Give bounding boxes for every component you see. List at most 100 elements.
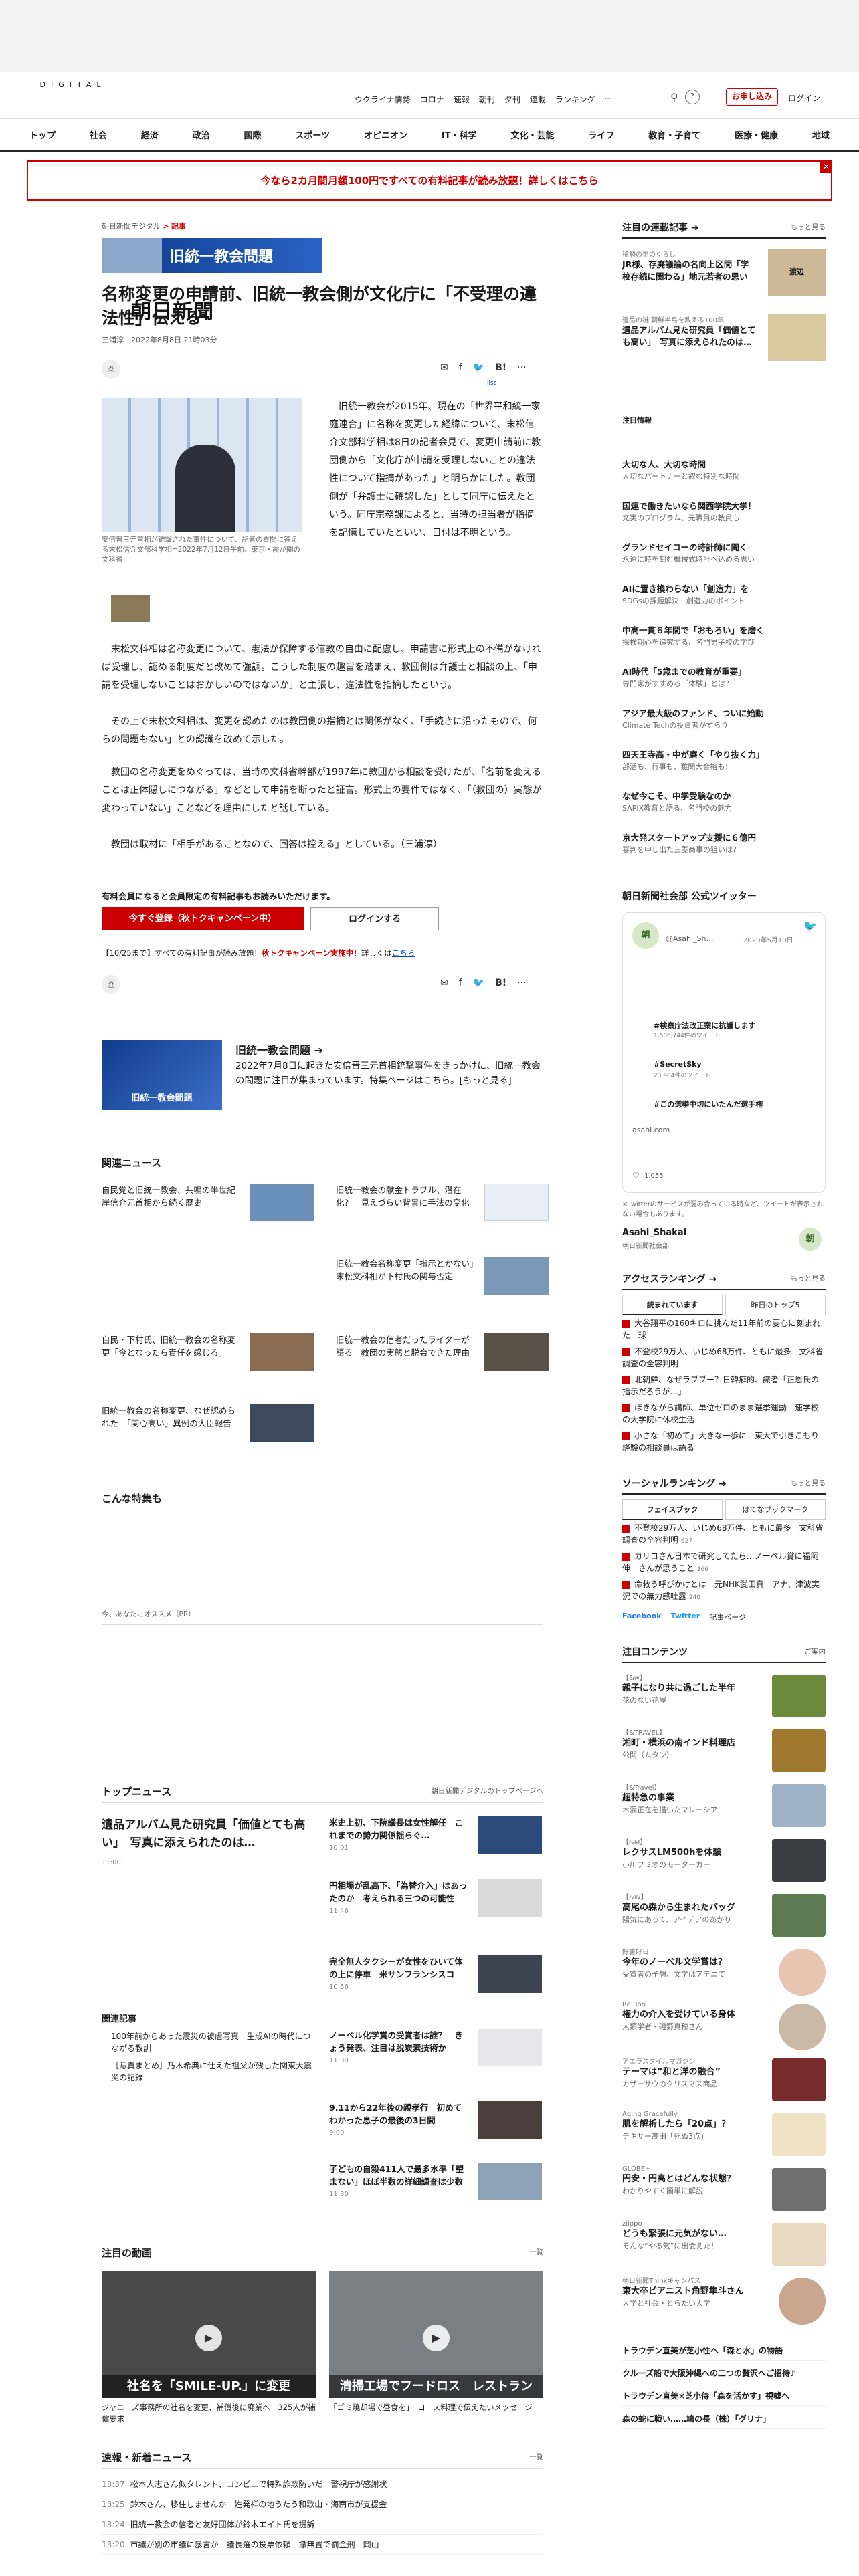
social-tab[interactable]: はてなブックマーク <box>725 1499 826 1520</box>
facebook-icon[interactable]: f <box>459 362 462 373</box>
topnav-item[interactable]: 朝刊 <box>479 94 495 105</box>
search-icon[interactable]: ⚲ <box>670 91 678 104</box>
top-news-item[interactable]: 完全無人タクシーが女性をひいて体の上に停車 米サンフランシスコ 10:56 <box>329 1955 543 1993</box>
related-news-item[interactable]: 旧統一教会の献金トラブル、潜在化？ 見えづらい背景に手法の変化 <box>336 1184 549 1244</box>
top-news-item[interactable]: 米史上初、下院議長は女性解任 これまでの勢力関係揺らぐ… 10:01 <box>329 1816 543 1854</box>
promo-banner[interactable]: 今なら2カ月間月額100円ですべての有料記事が読み放題！詳しくはこちら ✕ <box>27 160 832 201</box>
related-article-link[interactable]: ［写真まとめ］乃木希典に仕えた祖父が残した関東大震災の記録 <box>111 2060 312 2084</box>
content-item[interactable]: アエラスタイルマガジン テーマは“和と洋の融合” カザーサウのクリスマス商品 <box>622 2056 826 2108</box>
twitter-icon[interactable]: 🐦 <box>473 978 484 988</box>
flash-item[interactable]: 13:37 松本人志さん似タレント、コンビニで特殊詐欺防いだ 警視庁が感謝状 <box>102 2474 543 2494</box>
special-feature[interactable]: 旧統一教会問題 旧統一教会問題 ➔ 2022年7月8日に起きた安倍晋三元首相銃撃… <box>102 1040 543 1113</box>
more-link[interactable]: もっと見る <box>791 1273 826 1283</box>
pr-item[interactable]: 大切な人、大切な時間 大切なパートナーと叙む特別な時間 <box>622 459 826 481</box>
login-button[interactable]: ログインする <box>310 907 439 930</box>
plain-link[interactable]: クルーズ船で大阪沖縄への二つの贅沢へご招待♪ <box>622 2363 826 2383</box>
content-item[interactable]: Aging Gracefully 肌を解析したら「20点」？ テキサー高田「死ぬ3点… <box>622 2111 826 2163</box>
register-button[interactable]: 今すぐ登録（秋トクキャンペーン中） <box>102 907 304 930</box>
more-link[interactable]: もっと見る <box>791 1478 826 1488</box>
category-item[interactable]: 国際 <box>244 128 262 141</box>
more-icon[interactable]: ··· <box>517 978 526 988</box>
pr-item[interactable]: 国連で働きたいなら関西学院大学！ 充実のプログラム、元職員の教員も <box>622 500 826 523</box>
topnav-item[interactable]: 連載 <box>530 94 546 105</box>
topnav-item[interactable]: ランキング <box>555 94 595 105</box>
breadcrumb-cat[interactable]: 記事 <box>171 222 186 231</box>
content-item[interactable]: 【&M】 レクサスLM500hを体験 小川フミオのモーターカー <box>622 1836 826 1889</box>
play-icon[interactable]: ▶ <box>195 2325 222 2351</box>
twitter-icon[interactable]: 🐦 <box>473 362 484 373</box>
ranking-item[interactable]: 大谷翔平の160キロに挑んだ11年前の要心に刻まれた一球 <box>622 1317 826 1341</box>
ranking-item[interactable]: 不登校29万人、いじめ68万件、ともに最多 文科省調査の全容判明 <box>622 1346 826 1370</box>
pr-item[interactable]: 四天王寺高・中が磨く「やり抜く力」 部活も、行事も、難関大合格も！ <box>622 749 826 772</box>
play-icon[interactable]: ▶ <box>423 2325 450 2351</box>
twitter-account[interactable]: Asahi_Shakai <box>622 1228 686 1238</box>
site-logo[interactable]: 朝日新聞 DIGITAL <box>29 80 213 324</box>
flash-item[interactable]: 13:20 市議が別の市議に暴言か 議長選の投票依頼 撤無置で罰金刑 岡山 <box>102 2535 543 2555</box>
category-item[interactable]: 政治 <box>193 128 210 141</box>
video-item[interactable]: 社名を「SMILE-UP.」に変更 ▶ ジャニーズ事務所の社名を変更、補償後に廃… <box>102 2271 316 2424</box>
topnav-item[interactable]: 夕刊 <box>504 94 520 105</box>
twitter-logo-icon[interactable]: 🐦 <box>803 920 817 932</box>
ranking-item[interactable]: ほきながら講師、単位ゼロのまま選挙運動 速学校の大学院に休校生活 <box>622 1402 826 1426</box>
related-news-item[interactable]: 旧統一教会名称変更「指示とかない」 末松文科相が下村氏の関与否定 <box>336 1257 549 1317</box>
content-item[interactable]: ziippo どうも緊張に元気がない… そんな“やる気”に出会えた！ <box>622 2220 826 2272</box>
series-item[interactable]: 遺品の謎 朝鮮半島を教える100年 遺品アルバム見た研究員「価値とても高い」 写… <box>622 314 826 368</box>
top-news-item[interactable]: 9.11から22年後の親孝行 初めてわかった息子の最後の3日間 9:00 <box>329 2101 543 2139</box>
subscribe-button[interactable]: お申し込み <box>726 88 778 106</box>
plain-link[interactable]: 森の蛇に戦い……鳩の長（株）「グリナ」 <box>622 2409 826 2429</box>
special-title[interactable]: 旧統一教会問題 ➔ <box>235 1041 323 1057</box>
category-item[interactable]: IT・科学 <box>442 128 477 141</box>
content-item[interactable]: 【&w】 親子になり共に過ごした半年 花のない花屋 <box>622 1672 826 1724</box>
related-news-item[interactable]: 自民・下村氏、旧統一教会の名称変更「今となったら責任を感じる」 <box>102 1333 314 1394</box>
mail-icon[interactable]: ✉ <box>440 978 448 988</box>
like-icon[interactable]: ♡ <box>632 1171 640 1180</box>
top-news-item[interactable]: 円相場が乱高下、「為替介入」はあったのか 考えられる三つの可能性 11:46 <box>329 1879 543 1917</box>
related-news-item[interactable]: 旧統一教会の名称変更、なぜ認められた 「関心高い」異例の大臣報告 <box>102 1404 314 1465</box>
ranking-heading-text[interactable]: アクセスランキング ➔ <box>622 1274 717 1285</box>
login-link[interactable]: ログイン <box>788 92 820 104</box>
content-item[interactable]: 朝日新聞Thinkキャンパス 東大卒ビアニスト角野隼斗さん 大学と社会・とらたい大学 <box>622 2275 826 2327</box>
help-icon[interactable]: ? <box>684 90 700 104</box>
topnav-item[interactable]: 速報 <box>454 94 470 105</box>
plain-link[interactable]: トラウデン直美が芝小性へ「森と水」の物語 <box>622 2341 826 2361</box>
hatena-icon[interactable]: B! <box>495 978 506 988</box>
plain-link[interactable]: トラウデン直美×芝小侍「森を活かす」視嘘へ <box>622 2386 826 2406</box>
pr-item[interactable]: なぜ今こそ、中学受験なのか SAPIX教育と語る、名門校の魅力 <box>622 790 826 813</box>
category-item[interactable]: 医療・健康 <box>735 128 778 141</box>
pr-item[interactable]: グランドセイコーの時計師に聞く 永遠に時を刻む機械式時計へ込める思い <box>622 542 826 564</box>
content-item[interactable]: 【&TRAVEL】 湘町・横浜の南インド料理店 公開（ムタン） <box>622 1727 826 1779</box>
ranking-tab[interactable]: 読まれています <box>622 1295 723 1315</box>
flash-more[interactable]: 一覧 <box>529 2452 543 2462</box>
more-icon[interactable]: ··· <box>517 362 526 373</box>
category-item[interactable]: 文化・芸能 <box>510 128 554 141</box>
trend-item[interactable]: #検察庁法改正案に抗議します <box>654 1020 755 1031</box>
topnav-item[interactable]: ウクライナ情勢 <box>355 94 411 105</box>
article-page-link[interactable]: 記事ページ <box>709 1612 746 1622</box>
print-icon[interactable]: ⎙ <box>102 975 120 994</box>
trend-item[interactable]: #SecretSky <box>654 1060 702 1069</box>
pr-item[interactable]: 中高一貫６年間で「おもろい」を磨く 探検期心を追究する、名門男子校の学び <box>622 625 826 647</box>
close-icon[interactable]: ✕ <box>820 160 832 173</box>
more-link[interactable]: もっと見る <box>791 222 826 232</box>
campaign-link[interactable]: こちら <box>392 948 415 958</box>
top-news-item[interactable]: 子どもの自殺411人で最多水準「望まない」ほぼ半数の詳細調査は少数 11:30 <box>329 2163 543 2200</box>
social-item[interactable]: カリコさん日本で研究してたら…ノーベル賞に福岡伸一さんが思うこと 266 <box>622 1550 826 1576</box>
twitter-embed[interactable]: 朝 @Asahi_Sh… 2020年5月10日 🐦 #検察庁法改正案に抗議します… <box>622 912 826 1193</box>
print-icon[interactable]: ⎙ <box>102 360 120 379</box>
category-item[interactable]: 社会 <box>90 128 107 141</box>
social-heading-text[interactable]: ソーシャルランキング ➔ <box>622 1479 727 1489</box>
category-item[interactable]: スポーツ <box>295 128 330 141</box>
video-item[interactable]: 清掃工場でフードロス レストラン ▶ 「ゴミ焼却場で昼食を」 コース料理で伝えた… <box>329 2271 543 2412</box>
social-item[interactable]: 不登校29万人、いじめ68万件、ともに最多 文科省調査の全容判明 627 <box>622 1522 826 1547</box>
category-item[interactable]: トップ <box>29 128 56 141</box>
pr-item[interactable]: AIに置き換わらない「創造力」を SDGsの課題解決 創造力のポイント <box>622 583 826 606</box>
category-item[interactable]: 教育・子育て <box>648 128 700 141</box>
social-tab[interactable]: フェイスブック <box>622 1499 723 1520</box>
category-item[interactable]: 経済 <box>141 128 159 141</box>
top-news-link[interactable]: 朝日新聞デジタルのトップページへ <box>431 1786 543 1796</box>
related-news-item[interactable]: 自民党と旧統一教会、共鳴の半世紀 岸信介元首相から続く歴史 <box>102 1184 314 1244</box>
facebook-link[interactable]: Facebook <box>622 1612 662 1622</box>
content-item[interactable]: GLOBE+ 円安・円高とはどんな状態？ わかりやすく簡単に解説 <box>622 2165 826 2218</box>
series-item[interactable]: 稀勢の里のくらし JR様、存廃議論の名向上区間「学校存続に関わる」地元若者の思い… <box>622 249 826 302</box>
topic-banner[interactable]: 旧統一教会問題 <box>102 238 322 273</box>
